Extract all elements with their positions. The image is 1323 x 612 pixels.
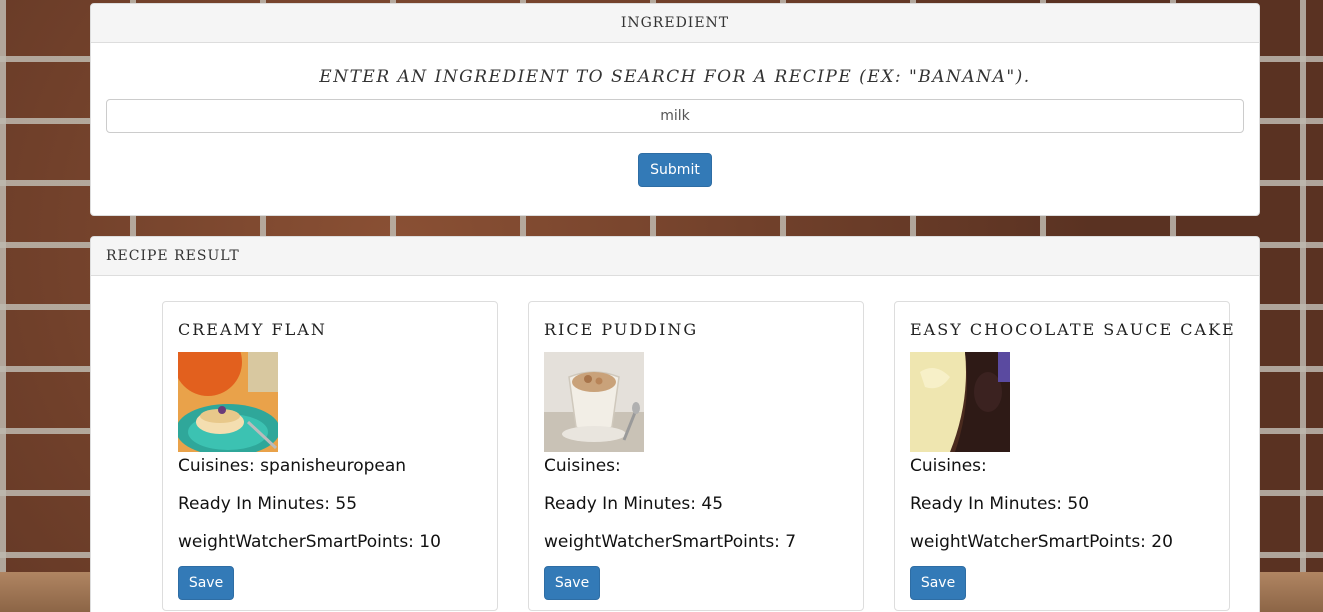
recipe-ready-minutes: Ready In Minutes: 50 — [910, 494, 1090, 514]
recipe-card: CREAMY FLAN Cuisines: spanisheuropean Re… — [162, 301, 498, 611]
recipe-cuisines: Cuisines: spanisheuropean — [178, 456, 407, 476]
recipe-ready-minutes: Ready In Minutes: 55 — [178, 494, 358, 514]
ingredient-search-input[interactable] — [106, 99, 1244, 133]
save-button[interactable]: Save — [178, 566, 234, 600]
recipe-smart-points: weightWatcherSmartPoints: 7 — [544, 532, 797, 552]
recipe-smart-points: weightWatcherSmartPoints: 10 — [178, 532, 441, 552]
recipe-result-heading: RECIPE RESULT — [91, 237, 1259, 276]
recipe-ready-minutes: Ready In Minutes: 45 — [544, 494, 724, 514]
recipe-cuisines: Cuisines: — [910, 456, 987, 476]
recipe-image — [178, 352, 278, 452]
recipe-title: RICE PUDDING — [544, 320, 699, 339]
submit-button[interactable]: Submit — [638, 153, 712, 187]
save-button[interactable]: Save — [910, 566, 966, 600]
recipe-image — [910, 352, 1010, 452]
recipe-image — [544, 352, 644, 452]
recipe-card: RICE PUDDING Cuisines: Ready In Minutes:… — [528, 301, 864, 611]
recipe-title: CREAMY FLAN — [178, 320, 327, 339]
ingredient-panel: INGREDIENT ENTER AN INGREDIENT TO SEARCH… — [90, 3, 1260, 216]
save-button[interactable]: Save — [544, 566, 600, 600]
recipe-result-panel: RECIPE RESULT CREAMY FLAN Cuisines: span… — [90, 236, 1260, 612]
recipe-card: EASY CHOCOLATE SAUCE CAKE Cuisines: Read… — [894, 301, 1236, 611]
recipe-smart-points: weightWatcherSmartPoints: 20 — [910, 532, 1173, 552]
ingredient-panel-heading: INGREDIENT — [91, 4, 1259, 43]
recipe-title: EASY CHOCOLATE SAUCE CAKE — [910, 320, 1236, 339]
search-prompt: ENTER AN INGREDIENT TO SEARCH FOR A RECI… — [319, 67, 1031, 87]
recipe-cuisines: Cuisines: — [544, 456, 621, 476]
